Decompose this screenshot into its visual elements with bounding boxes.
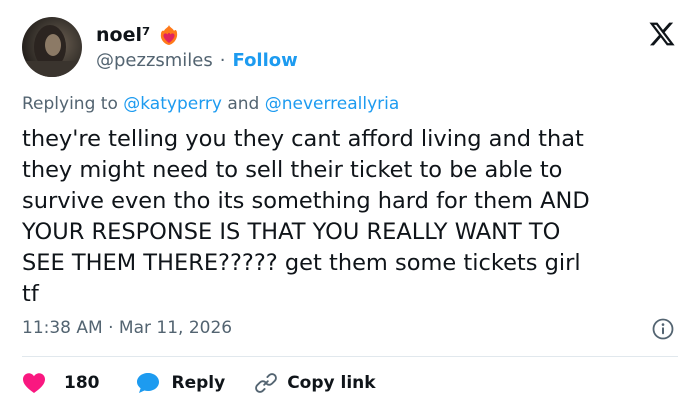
divider xyxy=(22,356,678,357)
heart-icon xyxy=(22,372,46,394)
info-icon[interactable] xyxy=(652,318,674,340)
copy-link-label: Copy link xyxy=(287,373,376,393)
mention-link-neverreallyria[interactable]: @neverreallyria xyxy=(265,94,400,114)
action-bar: 180 Reply Copy link xyxy=(22,370,376,396)
author-handle-row: @pezzsmiles · Follow xyxy=(96,48,298,72)
tweet-text: they're telling you they cant afford liv… xyxy=(22,126,590,307)
author-display-name[interactable]: noel⁷ xyxy=(96,24,150,46)
tweet-timestamp[interactable]: 11:38 AM · Mar 11, 2026 xyxy=(22,318,232,338)
replying-to-line: Replying to @katyperry and @neverreallyr… xyxy=(22,94,399,114)
x-logo-icon[interactable] xyxy=(648,20,676,48)
reply-button[interactable]: Reply xyxy=(136,372,226,394)
mention-link-katyperry[interactable]: @katyperry xyxy=(123,94,222,114)
speech-bubble-icon xyxy=(136,372,160,394)
like-count: 180 xyxy=(64,373,100,393)
separator-dot: · xyxy=(219,49,226,71)
follow-button[interactable]: Follow xyxy=(233,50,298,71)
replying-prefix: Replying to xyxy=(22,94,118,114)
avatar[interactable] xyxy=(22,17,82,77)
link-icon xyxy=(255,372,278,394)
like-button[interactable]: 180 xyxy=(22,372,100,394)
replying-conjunction: and xyxy=(227,94,260,114)
reply-label: Reply xyxy=(171,373,226,393)
heart-on-fire-icon xyxy=(158,24,180,46)
author-name-row: noel⁷ xyxy=(96,22,180,48)
author-handle[interactable]: @pezzsmiles xyxy=(96,50,213,71)
copy-link-button[interactable]: Copy link xyxy=(255,372,376,394)
